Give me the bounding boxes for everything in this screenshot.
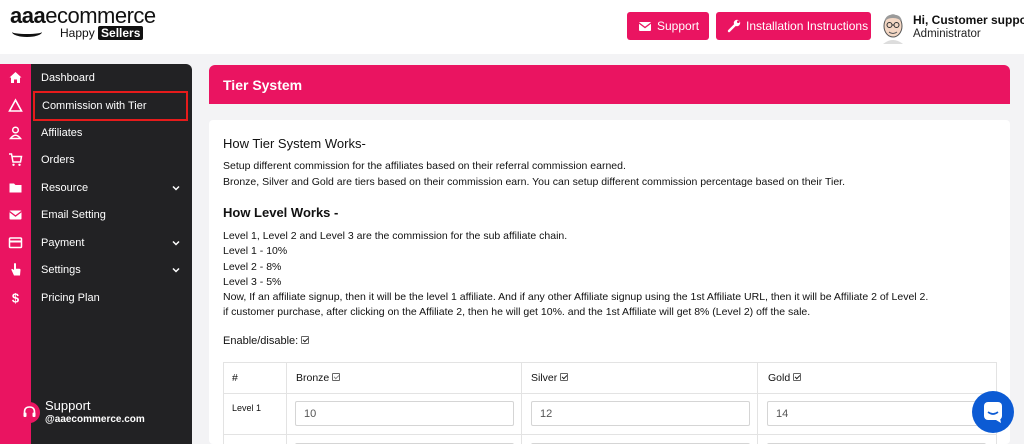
chevron-down-icon[interactable] [171, 183, 181, 193]
sidebar-nav: Dashboard Commission with Tier Affiliate… [31, 64, 192, 444]
bronze-level-1-input[interactable] [295, 401, 514, 426]
table-divider [286, 363, 287, 444]
avatar[interactable] [880, 12, 906, 44]
home-icon[interactable] [8, 70, 23, 85]
level-description-line: Level 2 - 8% [223, 261, 282, 273]
silver-checkbox[interactable] [560, 373, 569, 381]
table-row-divider [224, 434, 996, 435]
enable-disable-row: Enable/disable: [223, 335, 310, 347]
level-description-line: Level 3 - 5% [223, 276, 282, 288]
user-greeting[interactable]: Hi, Customer support [913, 13, 1024, 27]
column-header-gold: Gold [768, 372, 802, 384]
sidebar-icon-rail: $ [0, 64, 31, 444]
sidebar-item-resource[interactable]: Resource [41, 178, 88, 198]
top-header: aaaecommerce Happy Sellers Support Insta… [0, 0, 1024, 54]
credit-card-icon[interactable] [8, 235, 23, 250]
brand-tagline: Happy Sellers [60, 26, 144, 40]
gold-level-1-input[interactable] [767, 401, 986, 426]
support-email[interactable]: @aaecommerce.com [45, 414, 145, 425]
sidebar-item-affiliates[interactable]: Affiliates [41, 123, 82, 143]
triangle-icon[interactable] [8, 98, 23, 113]
enable-disable-checkbox[interactable] [301, 336, 310, 344]
tier-level-table: # Bronze Silver Gold Level 1 [223, 362, 997, 444]
sidebar-item-settings[interactable]: Settings [41, 260, 81, 280]
chat-launcher-button[interactable] [972, 391, 1014, 433]
enable-disable-label: Enable/disable: [223, 335, 299, 347]
table-divider [521, 363, 522, 444]
column-header-silver: Silver [531, 372, 569, 384]
page-title: Tier System [223, 77, 303, 93]
envelope-icon [638, 22, 652, 31]
table-divider [757, 363, 758, 444]
chevron-down-icon[interactable] [171, 238, 181, 248]
headset-icon[interactable] [19, 402, 40, 423]
column-header-bronze: Bronze [296, 372, 341, 384]
logo-smile-icon [12, 27, 42, 37]
gold-checkbox[interactable] [793, 373, 802, 381]
brand-logo[interactable]: aaaecommerce Happy Sellers [10, 4, 170, 44]
support-button[interactable]: Support [627, 12, 709, 40]
wrench-icon [727, 19, 741, 33]
page-banner: Tier System [209, 65, 1010, 104]
silver-level-1-input[interactable] [531, 401, 750, 426]
folder-icon[interactable] [8, 180, 23, 195]
tier-description-line: Setup different commission for the affil… [223, 160, 626, 172]
bronze-checkbox[interactable] [332, 373, 341, 381]
chevron-down-icon[interactable] [171, 265, 181, 275]
svg-text:$: $ [12, 291, 20, 306]
brand-name: aaaecommerce [10, 3, 156, 28]
tier-system-card: How Tier System Works- Setup different c… [209, 120, 1010, 444]
user-icon[interactable] [8, 125, 23, 140]
user-role: Administrator [913, 28, 981, 40]
sidebar-item-orders[interactable]: Orders [41, 150, 75, 170]
tier-heading: How Tier System Works- [223, 136, 366, 151]
column-header-number: # [232, 372, 238, 384]
support-title[interactable]: Support [45, 398, 91, 413]
chat-icon [984, 402, 1002, 423]
level-heading: How Level Works - [223, 205, 339, 220]
level-description-line: Now, If an affiliate signup, then it wil… [223, 291, 929, 303]
dollar-icon[interactable]: $ [8, 290, 23, 306]
tier-description-line: Bronze, Silver and Gold are tiers based … [223, 176, 845, 188]
installation-instructions-label: Installation Instructions [746, 19, 869, 33]
level-description-line: Level 1, Level 2 and Level 3 are the com… [223, 230, 568, 242]
installation-instructions-button[interactable]: Installation Instructions [716, 12, 871, 40]
level-description-line: if customer purchase, after clicking on … [223, 306, 811, 318]
sidebar-item-email-setting[interactable]: Email Setting [41, 205, 106, 225]
hand-pointer-icon[interactable] [8, 262, 23, 277]
sidebar-item-commission-with-tier[interactable]: Commission with Tier [33, 91, 188, 121]
support-button-label: Support [657, 19, 700, 33]
row-label-level-1: Level 1 [232, 403, 262, 413]
sidebar-item-dashboard[interactable]: Dashboard [41, 68, 95, 88]
cart-icon[interactable] [8, 152, 23, 167]
mail-icon[interactable] [8, 207, 23, 222]
sidebar-item-pricing-plan[interactable]: Pricing Plan [41, 288, 100, 308]
sidebar-item-payment[interactable]: Payment [41, 233, 84, 253]
level-description-line: Level 1 - 10% [223, 245, 288, 257]
